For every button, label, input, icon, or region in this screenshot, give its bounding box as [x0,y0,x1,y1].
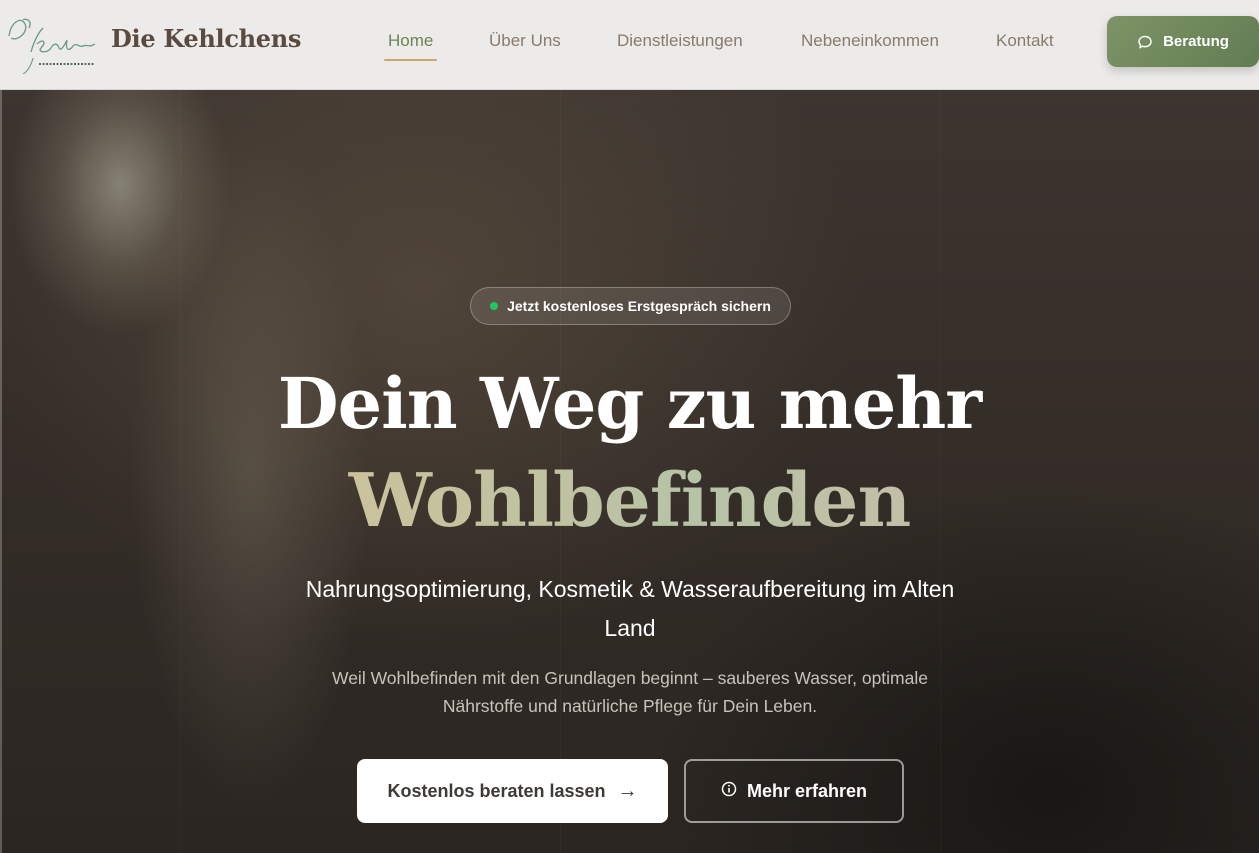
status-dot-icon [490,302,499,310]
info-circle-icon [721,781,737,802]
free-consultation-label: Kostenlos beraten lassen [387,780,606,801]
hero-section: Jetzt kostenloses Erstgespräch sichern D… [0,90,1259,853]
beratung-button-label: Beratung [1163,33,1229,50]
logo[interactable] [3,8,99,75]
nav-item-nebeneinkommen[interactable]: Nebeneinkommen [801,31,939,51]
nav-item-dienstleistungen[interactable]: Dienstleistungen [617,31,743,51]
chat-bubble-icon [1137,34,1153,50]
beratung-button[interactable]: Beratung [1107,16,1259,67]
hero-description: Weil Wohlbefinden mit den Grundlagen beg… [332,668,928,716]
site-header: Die Kehlchens Home Über Uns Dienstleistu… [0,0,1259,90]
consultation-badge: Jetzt kostenloses Erstgespräch sichern [470,287,791,325]
hero-headline-line1: Dein Weg zu mehr [277,362,982,445]
nav-item-kontakt[interactable]: Kontakt [996,31,1054,51]
arrow-right-icon: → [617,780,638,802]
logo-signature-icon [8,18,96,75]
badge-label: Jetzt kostenloses Erstgespräch sichern [507,298,771,314]
learn-more-button[interactable]: Mehr erfahren [684,759,904,823]
free-consultation-button[interactable]: Kostenlos beraten lassen → [357,759,668,823]
brand-name[interactable]: Die Kehlchens [111,24,301,53]
learn-more-label: Mehr erfahren [746,780,868,801]
nav-item-ueber-uns[interactable]: Über Uns [489,31,561,51]
active-nav-indicator [384,59,437,61]
hero-subheadline: Nahrungsoptimierung, Kosmetik & Wasserau… [305,576,955,641]
hero-headline-line2: Wohlbefinden [0,458,1259,544]
nav-item-home[interactable]: Home [388,31,433,51]
